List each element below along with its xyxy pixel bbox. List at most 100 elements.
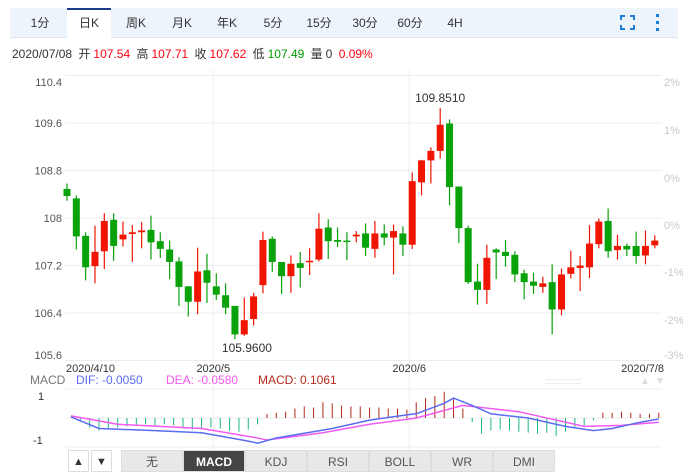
dif-line <box>70 397 659 444</box>
candle-down <box>399 233 407 245</box>
candle-up <box>287 263 295 277</box>
zoom-out-icon: ▼ <box>655 376 665 387</box>
indicator-tab-rsi[interactable]: RSI <box>307 450 369 472</box>
candle-down <box>175 261 183 287</box>
candle-down <box>268 238 276 262</box>
pct-tick-label: 0% <box>664 220 680 232</box>
candle-down <box>446 123 454 188</box>
candle-down <box>623 245 631 250</box>
move-down-button[interactable]: ▼ <box>91 450 112 472</box>
candle-up <box>427 150 435 161</box>
candle-up <box>315 228 323 260</box>
pct-tick-label: 0% <box>664 173 680 185</box>
candle-up <box>240 320 248 335</box>
candle-down <box>380 233 388 238</box>
candle-up <box>557 274 565 310</box>
indicator-tab-boll[interactable]: BOLL <box>369 450 431 472</box>
min-price-label: 105.9600 <box>222 341 272 355</box>
candle-down <box>222 295 230 308</box>
candle-up <box>641 245 649 256</box>
candle-up <box>91 251 99 267</box>
pct-tick-label: 1% <box>664 125 680 137</box>
pct-tick-label: -3% <box>664 350 684 362</box>
candle-down <box>110 219 118 246</box>
dif-legend: DIF: -0.0050 <box>76 373 143 387</box>
zoom-in-icon: ▲ <box>640 376 650 387</box>
pct-tick-label: 2% <box>664 77 680 89</box>
candle-up <box>436 124 444 151</box>
candle-up <box>128 232 136 235</box>
candle-down <box>548 282 556 310</box>
candle-down <box>362 233 370 248</box>
candle-up <box>576 265 584 268</box>
candle-up <box>595 221 603 245</box>
macd-y-tick: -1 <box>33 435 43 447</box>
move-up-button[interactable]: ▲ <box>68 450 89 472</box>
candle-up <box>483 257 491 290</box>
candle-down <box>278 261 286 277</box>
y-tick-label: 107.2 <box>34 261 62 273</box>
candle-down <box>166 249 174 262</box>
candlestick-chart[interactable]: 110.4 109.6 108.8 108 107.2 106.4 105.6 2% 1% 0% 0… <box>0 0 691 450</box>
pct-tick-label: -2% <box>664 315 684 327</box>
y-tick-label: 109.6 <box>34 118 62 130</box>
y-tick-label: 110.4 <box>35 77 62 89</box>
candle-down <box>156 241 164 249</box>
x-axis-label: 2020/7/8 <box>621 363 664 375</box>
y-tick-label: 105.6 <box>34 350 62 362</box>
candle-up <box>352 234 360 237</box>
candle-down <box>492 249 500 253</box>
candle-up <box>138 230 146 233</box>
candle-up <box>100 220 108 252</box>
indicator-tab-dmi[interactable]: DMI <box>493 450 555 472</box>
candle-down <box>474 281 482 290</box>
candle-down <box>632 245 640 257</box>
x-axis-label: 2020/6 <box>392 363 426 375</box>
macd-legend: MACD: 0.1061 <box>258 373 337 387</box>
candle-up <box>408 181 416 245</box>
candle-down <box>231 305 239 335</box>
indicator-tab-macd[interactable]: MACD <box>183 450 245 472</box>
macd-legend-title: MACD <box>30 373 66 387</box>
candle-up <box>250 296 258 319</box>
candle-up <box>119 234 127 240</box>
candle-down <box>296 263 304 268</box>
zoom-slider[interactable]: :::::::::::::::::::::::: <box>545 376 583 386</box>
indicator-tab-kdj[interactable]: KDJ <box>245 450 307 472</box>
dea-line <box>70 404 659 441</box>
y-tick-label: 106.4 <box>34 308 62 320</box>
candle-down <box>82 235 90 268</box>
candle-up <box>613 245 621 251</box>
indicator-tab-wr[interactable]: WR <box>431 450 493 472</box>
candle-up <box>306 260 314 263</box>
candle-down <box>343 240 351 243</box>
candle-down <box>324 227 332 242</box>
candle-down <box>184 286 192 302</box>
candle-down <box>147 229 155 243</box>
candle-down <box>455 186 463 229</box>
candle-down <box>530 281 537 286</box>
candle-up <box>259 239 267 286</box>
candle-down <box>63 188 71 197</box>
candle-up <box>371 233 379 249</box>
candle-down <box>604 220 612 252</box>
indicator-tab-无[interactable]: 无 <box>121 450 183 472</box>
candle-up <box>418 160 426 183</box>
macd-y-tick: 1 <box>38 391 44 403</box>
candle-down <box>464 228 472 283</box>
candle-up <box>539 283 547 287</box>
candle-down <box>511 254 519 275</box>
dea-legend: DEA: -0.0580 <box>166 373 238 387</box>
indicator-tab-bar: ▲ ▼ 无 MACD KDJ RSI BOLL WR DMI <box>65 449 685 473</box>
candle-up <box>390 231 398 238</box>
candle-up <box>585 243 593 268</box>
max-price-label: 109.8510 <box>415 91 465 105</box>
candle-up <box>194 271 202 302</box>
candle-up <box>651 240 659 246</box>
pct-tick-label: -1% <box>664 267 684 279</box>
candle-down <box>212 286 220 295</box>
candle-down <box>520 273 528 283</box>
y-tick-label: 108 <box>44 213 62 225</box>
candle-up <box>567 267 575 274</box>
candle-down <box>334 239 342 242</box>
